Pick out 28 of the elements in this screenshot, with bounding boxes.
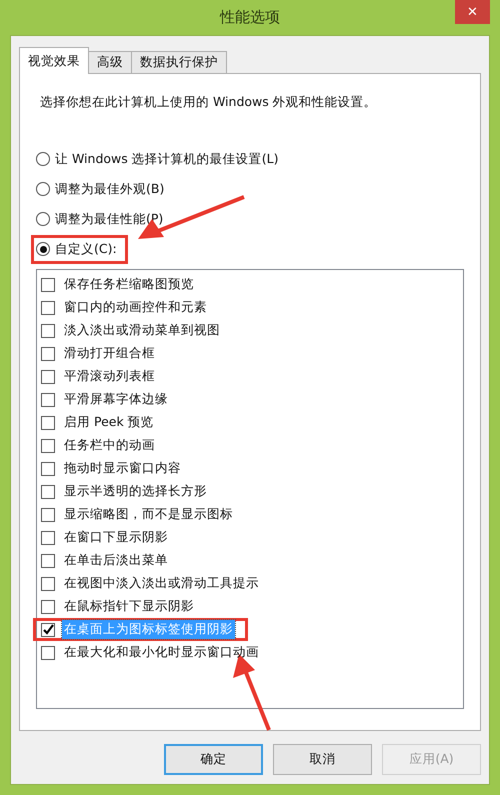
checkbox-option[interactable]: 在单击后淡出菜单: [41, 549, 459, 572]
checkbox-option[interactable]: 在最大化和最小化时显示窗口动画: [41, 641, 459, 664]
radio-option[interactable]: 自定义(C):: [31, 234, 128, 264]
tab[interactable]: 数据执行保护: [131, 51, 227, 73]
dialog-button[interactable]: 取消: [273, 744, 372, 775]
tab[interactable]: 视觉效果: [19, 47, 89, 74]
checkbox-option[interactable]: 窗口内的动画控件和元素: [41, 296, 459, 319]
checkbox-option[interactable]: 平滑屏幕字体边缘: [41, 388, 459, 411]
dialog-button[interactable]: 确定: [164, 744, 263, 775]
close-button[interactable]: ✕: [455, 0, 490, 24]
checkbox-option[interactable]: 显示半透明的选择长方形: [41, 480, 459, 503]
checkbox-option[interactable]: 平滑滚动列表框: [41, 365, 459, 388]
radio-option[interactable]: 让 Windows 选择计算机的最佳设置(L): [36, 148, 284, 170]
checkbox-option[interactable]: 淡入淡出或滑动菜单到视图: [41, 319, 459, 342]
checkbox-option[interactable]: 在窗口下显示阴影: [41, 526, 459, 549]
checkbox-option[interactable]: 滑动打开组合框: [41, 342, 459, 365]
intro-text: 选择你想在此计算机上使用的 Windows 外观和性能设置。: [40, 94, 378, 111]
checkbox-option[interactable]: 在视图中淡入淡出或滑动工具提示: [41, 572, 459, 595]
checkbox-option[interactable]: 任务栏中的动画: [41, 434, 459, 457]
checkbox-option[interactable]: 启用 Peek 预览: [41, 411, 459, 434]
checkbox-option[interactable]: 在鼠标指针下显示阴影: [41, 595, 459, 618]
checkbox-option[interactable]: 显示缩略图，而不是显示图标: [41, 503, 459, 526]
checkbox-option[interactable]: 保存任务栏缩略图预览: [41, 273, 459, 296]
check-icon: [42, 624, 54, 635]
window-title: 性能选项: [220, 8, 280, 27]
radio-option[interactable]: 调整为最佳外观(B): [36, 178, 170, 200]
checkbox-option[interactable]: 拖动时显示窗口内容: [41, 457, 459, 480]
tab[interactable]: 高级: [88, 51, 132, 73]
